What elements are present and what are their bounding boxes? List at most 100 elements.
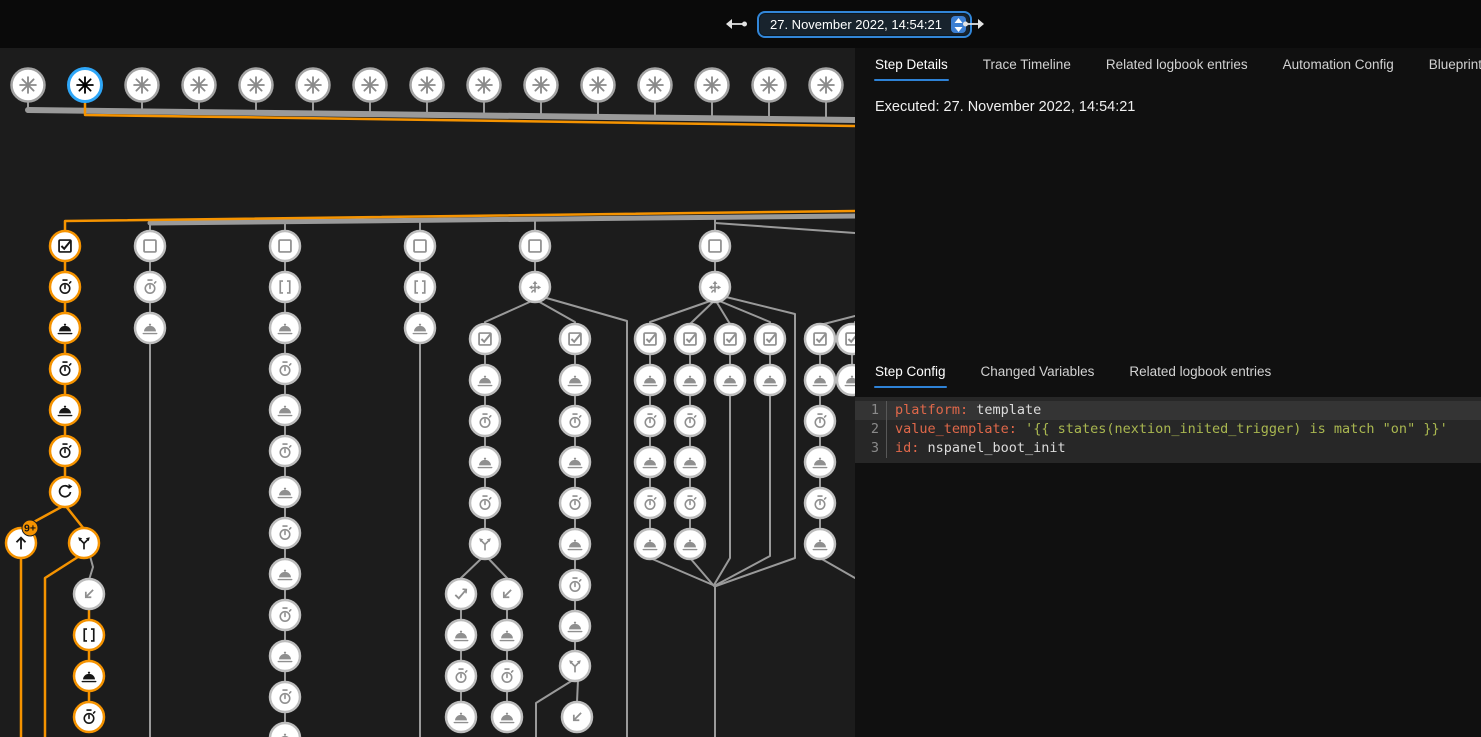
node-service-call[interactable]: [635, 447, 665, 477]
node-condition[interactable]: [715, 324, 745, 354]
node-choose[interactable]: [520, 272, 550, 302]
node-condition[interactable]: [560, 324, 590, 354]
node-service-call[interactable]: [470, 447, 500, 477]
node-delay[interactable]: [50, 272, 80, 302]
tab-blueprint-config[interactable]: Blueprint Config: [1428, 48, 1481, 82]
node-service-call[interactable]: [560, 611, 590, 641]
node-condition[interactable]: [755, 324, 785, 354]
node-condition[interactable]: [635, 324, 665, 354]
node-step[interactable]: [135, 231, 165, 261]
node-trigger[interactable]: [582, 69, 615, 102]
node-step[interactable]: [700, 231, 730, 261]
node-trigger[interactable]: [639, 69, 672, 102]
node-step[interactable]: [270, 231, 300, 261]
node-service-call[interactable]: [446, 620, 476, 650]
node-delay[interactable]: [492, 661, 522, 691]
node-service-call[interactable]: [270, 641, 300, 671]
node-trigger[interactable]: [69, 69, 102, 102]
node-service-call[interactable]: [74, 661, 104, 691]
node-delay[interactable]: [446, 661, 476, 691]
node-service-call[interactable]: [270, 477, 300, 507]
node-trigger[interactable]: [240, 69, 273, 102]
node-delay[interactable]: [270, 600, 300, 630]
node-condition[interactable]: [50, 231, 80, 261]
node-choose[interactable]: [700, 272, 730, 302]
node-service-call[interactable]: [635, 529, 665, 559]
node-parallel[interactable]: [470, 529, 500, 559]
tab-step-config[interactable]: Step Config: [874, 355, 947, 389]
node-service-call[interactable]: [446, 702, 476, 732]
node-delay[interactable]: [74, 702, 104, 732]
node-trigger[interactable]: [354, 69, 387, 102]
node-delay[interactable]: [270, 354, 300, 384]
node-trigger[interactable]: [810, 69, 843, 102]
node-condition[interactable]: [470, 324, 500, 354]
node-trigger[interactable]: [753, 69, 786, 102]
tab-related-logbook-entries[interactable]: Related logbook entries: [1105, 48, 1249, 82]
node-service-call[interactable]: [50, 313, 80, 343]
node-trigger[interactable]: [468, 69, 501, 102]
node-service-call[interactable]: [560, 529, 590, 559]
node-sequence[interactable]: [405, 272, 435, 302]
node-trigger[interactable]: [525, 69, 558, 102]
node-condition[interactable]: [675, 324, 705, 354]
node-delay[interactable]: [50, 354, 80, 384]
node-delay[interactable]: [675, 488, 705, 518]
node-trigger[interactable]: [183, 69, 216, 102]
tab-step-details[interactable]: Step Details: [874, 48, 949, 82]
node-service-call[interactable]: [675, 365, 705, 395]
node-service-call[interactable]: [805, 529, 835, 559]
previous-trace-button[interactable]: [723, 14, 749, 34]
node-service-call[interactable]: [135, 313, 165, 343]
node-service-call[interactable]: [635, 365, 665, 395]
node-delay[interactable]: [470, 488, 500, 518]
node-trigger[interactable]: [297, 69, 330, 102]
node-service-call[interactable]: [560, 447, 590, 477]
node-service-call[interactable]: [675, 447, 705, 477]
node-repeat[interactable]: [50, 477, 80, 507]
node-step[interactable]: [520, 231, 550, 261]
node-service-call[interactable]: [270, 313, 300, 343]
node-service-call[interactable]: [492, 620, 522, 650]
node-service-call[interactable]: [560, 365, 590, 395]
node-delay[interactable]: [470, 406, 500, 436]
node-step[interactable]: [405, 231, 435, 261]
node-service-call[interactable]: [270, 723, 300, 737]
trace-date-select[interactable]: 27. November 2022, 14:54:21: [757, 11, 972, 38]
node-service-call[interactable]: [805, 365, 835, 395]
node-service-call[interactable]: [492, 702, 522, 732]
node-check-arrow[interactable]: [446, 579, 476, 609]
node-condition[interactable]: [837, 324, 855, 354]
node-delay[interactable]: [560, 488, 590, 518]
node-arrow-bottom-left[interactable]: [562, 702, 592, 732]
node-trigger[interactable]: [696, 69, 729, 102]
node-arrow-bottom-left[interactable]: [74, 579, 104, 609]
node-delay[interactable]: [270, 682, 300, 712]
node-service-call[interactable]: [270, 559, 300, 589]
node-sequence[interactable]: [270, 272, 300, 302]
node-service-call[interactable]: [755, 365, 785, 395]
node-sequence[interactable]: [74, 620, 104, 650]
node-delay[interactable]: [635, 488, 665, 518]
node-delay[interactable]: [135, 272, 165, 302]
node-service-call[interactable]: [405, 313, 435, 343]
node-service-call[interactable]: [675, 529, 705, 559]
node-delay[interactable]: [50, 436, 80, 466]
next-trace-button[interactable]: [961, 14, 987, 34]
node-condition[interactable]: [805, 324, 835, 354]
node-delay[interactable]: [805, 488, 835, 518]
node-parallel[interactable]: [560, 651, 590, 681]
node-delay[interactable]: [805, 406, 835, 436]
tab-trace-timeline[interactable]: Trace Timeline: [982, 48, 1072, 82]
node-parallel[interactable]: [69, 528, 99, 558]
node-service-call[interactable]: [270, 395, 300, 425]
node-delay[interactable]: [635, 406, 665, 436]
node-trigger[interactable]: [411, 69, 444, 102]
node-service-call[interactable]: [470, 365, 500, 395]
node-delay[interactable]: [270, 436, 300, 466]
node-delay[interactable]: [560, 406, 590, 436]
node-delay[interactable]: [560, 570, 590, 600]
tab-automation-config[interactable]: Automation Config: [1282, 48, 1395, 82]
node-arrow-bottom-left[interactable]: [492, 579, 522, 609]
node-delay[interactable]: [270, 518, 300, 548]
